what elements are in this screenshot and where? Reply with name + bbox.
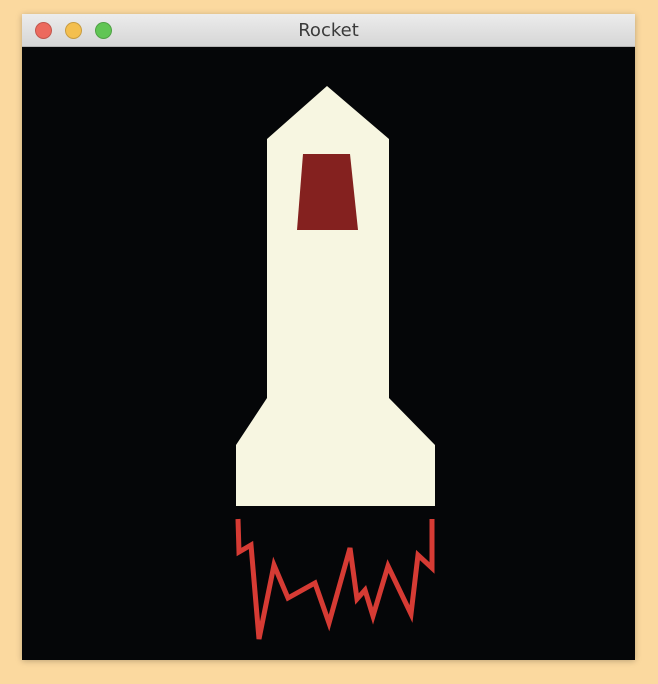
rocket-window — [297, 154, 358, 230]
rocket-drawing — [22, 47, 635, 660]
title-bar[interactable]: Rocket — [22, 14, 635, 47]
app-window: Rocket — [22, 14, 635, 660]
window-title: Rocket — [298, 20, 359, 41]
drawing-canvas — [22, 47, 635, 660]
